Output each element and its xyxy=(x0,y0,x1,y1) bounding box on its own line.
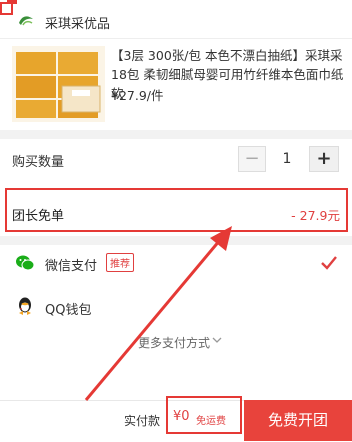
chevron-down-icon[interactable] xyxy=(212,337,222,344)
leader-discount-label: 团长免单 xyxy=(12,209,65,224)
decrease-button[interactable]: − xyxy=(238,146,266,172)
qq-wallet-label: QQ钱包 xyxy=(45,303,92,318)
leader-discount-value: - 27.9元 xyxy=(291,208,340,223)
recommended-badge: 推荐 xyxy=(106,253,134,272)
divider xyxy=(0,38,352,39)
section-divider xyxy=(0,130,352,139)
product-thumbnail[interactable] xyxy=(12,46,105,122)
check-icon xyxy=(321,256,337,270)
share-icon[interactable] xyxy=(0,0,18,18)
wechat-icon xyxy=(16,255,34,271)
section-divider xyxy=(0,236,352,245)
quantity-label: 购买数量 xyxy=(12,155,65,170)
start-group-button[interactable]: 免费开团 xyxy=(244,400,352,441)
amount-label: 实付款 xyxy=(124,414,161,428)
amount-value: ¥0 xyxy=(173,409,190,424)
increase-button[interactable]: + xyxy=(309,146,339,172)
product-price: ¥27.9/件 xyxy=(111,88,164,103)
more-payment-methods[interactable]: 更多支付方式 xyxy=(138,334,210,351)
free-shipping-label: 免运费 xyxy=(196,416,226,427)
quantity-value[interactable]: 1 xyxy=(272,146,302,172)
quantity-stepper: − 1 + xyxy=(238,146,339,172)
qq-penguin-icon xyxy=(19,297,31,315)
wechat-pay-label: 微信支付 xyxy=(45,259,98,274)
store-name[interactable]: 采琪采优品 xyxy=(45,13,110,32)
store-logo-icon xyxy=(19,16,33,26)
